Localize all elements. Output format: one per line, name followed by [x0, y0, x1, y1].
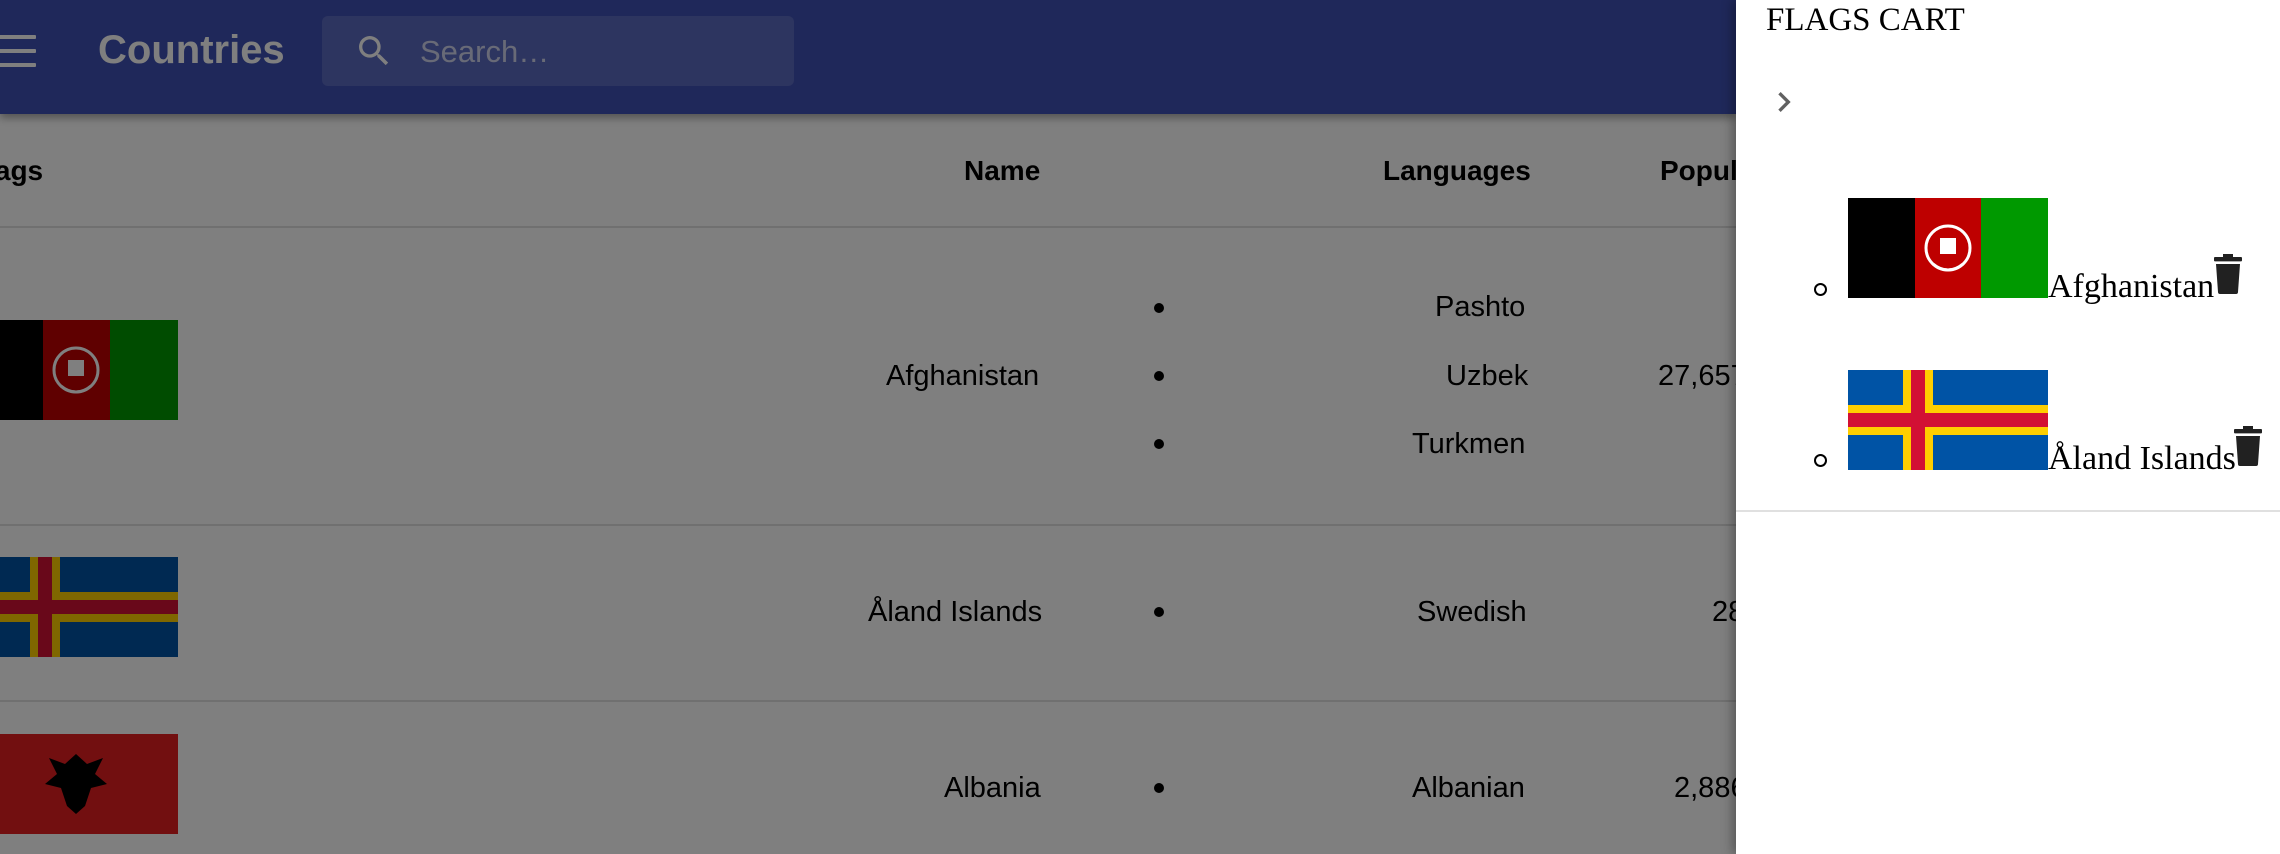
trash-icon[interactable] [2232, 426, 2264, 466]
list-bullet [1814, 454, 1827, 467]
drawer-backdrop[interactable] [0, 0, 1736, 854]
list-bullet [1814, 283, 1827, 296]
cart-item-name: Afghanistan [2048, 268, 2215, 305]
cart-item-name: Åland Islands [2048, 440, 2236, 477]
drawer-title: FLAGS CART [1766, 2, 1965, 38]
drawer-divider [1736, 510, 2280, 512]
aland-islands-flag [1848, 370, 2048, 470]
afghanistan-flag [1848, 198, 2048, 298]
chevron-right-icon[interactable] [1764, 82, 1804, 122]
trash-icon[interactable] [2212, 254, 2244, 294]
flags-cart-drawer: FLAGS CART Afghanistan Åland Islands [1736, 0, 2280, 854]
